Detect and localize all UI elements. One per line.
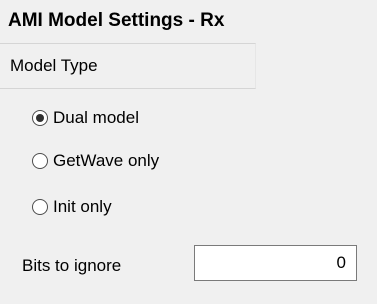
radio-button-getwave-only[interactable] <box>32 153 48 169</box>
radio-label-init-only: Init only <box>53 197 112 216</box>
ami-model-settings-panel: AMI Model Settings - Rx Model Type Dual … <box>0 0 377 304</box>
bits-to-ignore-input[interactable] <box>194 245 357 281</box>
radio-label-dual-model: Dual model <box>53 108 139 127</box>
radio-button-init-only[interactable] <box>32 199 48 215</box>
radio-button-dual-model[interactable] <box>32 110 48 126</box>
model-type-label: Model Type <box>10 56 98 75</box>
radio-option-getwave-only[interactable]: GetWave only <box>32 151 159 171</box>
radio-option-dual-model[interactable]: Dual model <box>32 108 139 128</box>
radio-label-getwave-only: GetWave only <box>53 151 160 170</box>
model-type-group: Model Type <box>0 43 256 89</box>
radio-option-init-only[interactable]: Init only <box>32 197 112 217</box>
panel-title: AMI Model Settings - Rx <box>8 10 225 31</box>
bits-to-ignore-label: Bits to ignore <box>22 256 122 275</box>
